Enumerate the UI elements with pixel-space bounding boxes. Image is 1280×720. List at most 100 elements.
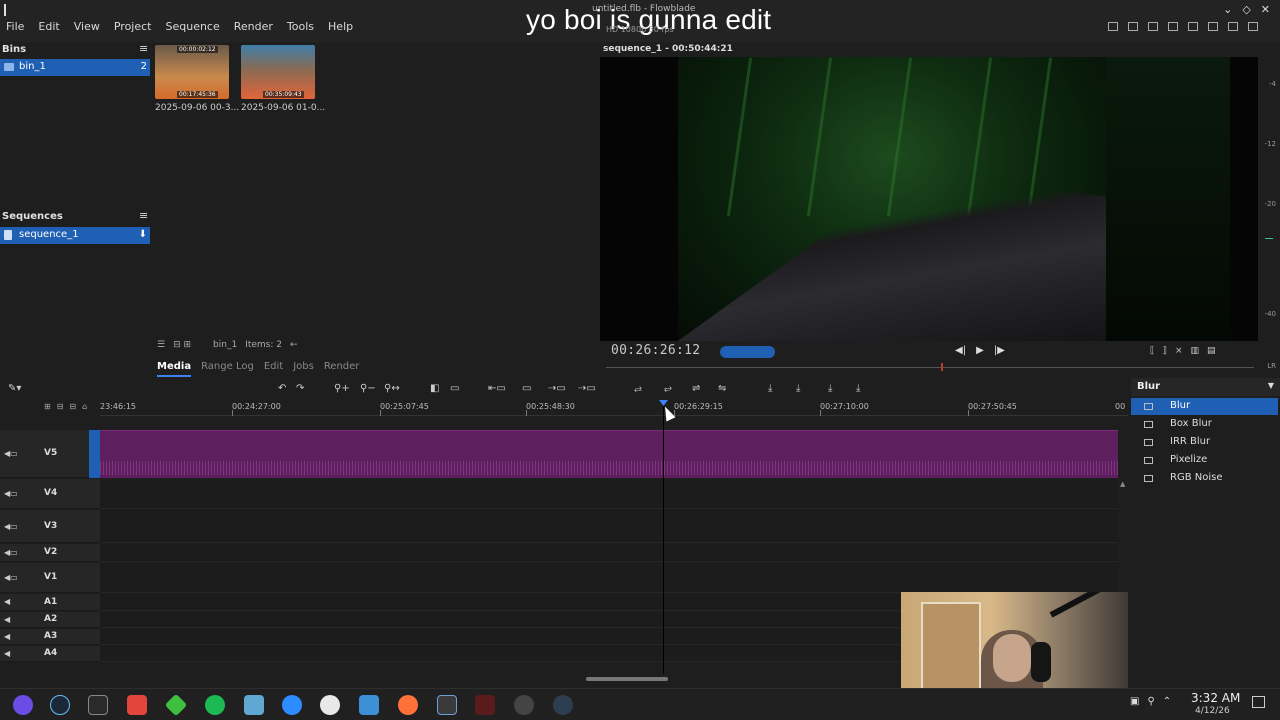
tab-media[interactable]: Media bbox=[157, 361, 192, 377]
play-button[interactable]: ▶ bbox=[976, 345, 984, 356]
filter-group-select[interactable]: Blur ▼ bbox=[1131, 378, 1280, 396]
fullscreen-icon[interactable] bbox=[1228, 22, 1238, 31]
filter-item[interactable]: RGB Noise bbox=[1131, 470, 1278, 487]
menu-help[interactable]: Help bbox=[328, 20, 353, 33]
layout-icon[interactable] bbox=[1208, 22, 1218, 31]
menu-render[interactable]: Render bbox=[234, 20, 273, 33]
speaker-icon[interactable]: ◀ bbox=[4, 597, 10, 606]
flowblade-taskbar-icon[interactable] bbox=[437, 695, 457, 715]
compositor-4-icon[interactable]: ⤓ bbox=[856, 383, 860, 394]
menu-tools[interactable]: Tools bbox=[287, 20, 314, 33]
filter-item[interactable]: Blur bbox=[1131, 398, 1278, 415]
icon-view-icon[interactable]: ⊟ ⊞ bbox=[173, 340, 191, 350]
media-clip-thumbnail[interactable]: 00:35:09:43 bbox=[241, 45, 315, 99]
show-desktop-icon[interactable] bbox=[1252, 696, 1265, 708]
track-header-v5[interactable]: ◀▭ V5 bbox=[0, 430, 100, 478]
layout-icon[interactable] bbox=[1148, 22, 1158, 31]
app-icon[interactable] bbox=[320, 695, 340, 715]
zoom-fit-icon[interactable]: ⚲↔ bbox=[384, 383, 400, 394]
back-icon[interactable]: ← bbox=[290, 340, 298, 350]
clear-marks-icon[interactable]: ⨯ bbox=[1175, 346, 1183, 356]
overwrite-icon[interactable]: ⥂ bbox=[664, 383, 672, 394]
tab-range-log[interactable]: Range Log bbox=[201, 361, 254, 377]
settings-icon[interactable] bbox=[1248, 22, 1258, 31]
monitor-scrubber[interactable] bbox=[606, 367, 1254, 368]
cut-icon[interactable]: ▭ bbox=[522, 383, 531, 394]
spotify-icon[interactable] bbox=[205, 695, 225, 715]
track-height-icon[interactable]: ⊟ bbox=[57, 402, 64, 411]
mute-icon[interactable]: ◀▭ bbox=[4, 522, 18, 531]
split-view-icon[interactable]: ▥ bbox=[1190, 346, 1199, 356]
compositor-icon[interactable]: ⤓ bbox=[768, 383, 772, 394]
split-audio-icon[interactable]: ⇋ bbox=[718, 383, 726, 394]
bin-item[interactable]: bin_1 2 bbox=[0, 59, 150, 76]
undo-icon[interactable]: ↶ bbox=[278, 383, 286, 394]
compositor-2-icon[interactable]: ⤓ bbox=[796, 383, 800, 394]
timecode-display[interactable]: 00:26:26:12 bbox=[611, 343, 700, 358]
timeline-clip[interactable] bbox=[100, 430, 1118, 478]
clock-time[interactable]: 3:32 AM bbox=[1191, 691, 1240, 705]
track-header-a2[interactable]: ◀ A2 bbox=[0, 612, 100, 628]
file-manager-icon[interactable] bbox=[359, 695, 379, 715]
insert-icon[interactable]: ⇢▭ bbox=[578, 383, 596, 394]
filter-item[interactable]: Box Blur bbox=[1131, 416, 1278, 433]
mixer-icon[interactable] bbox=[1108, 22, 1118, 31]
chat-icon[interactable] bbox=[244, 695, 264, 715]
store-icon[interactable] bbox=[127, 695, 147, 715]
edit-mode-icon[interactable]: ✎▾ bbox=[8, 383, 21, 394]
chevron-up-icon[interactable]: ⌃ bbox=[1163, 696, 1171, 707]
menu-view[interactable]: View bbox=[74, 20, 100, 33]
next-frame-button[interactable]: |▶ bbox=[994, 345, 1005, 356]
track-header-v2[interactable]: ◀▭ V2 bbox=[0, 544, 100, 562]
close-button[interactable]: ✕ bbox=[1261, 3, 1270, 16]
filter-item[interactable]: Pixelize bbox=[1131, 452, 1278, 469]
track-header-v1[interactable]: ◀▭ V1 bbox=[0, 563, 100, 593]
media-clip-thumbnail[interactable]: 00:00:02:12 00:17:45:36 bbox=[155, 45, 229, 99]
track-v2[interactable] bbox=[100, 544, 1118, 562]
tab-edit[interactable]: Edit bbox=[264, 361, 283, 377]
speaker-icon[interactable]: ◀ bbox=[4, 615, 10, 624]
menu-file[interactable]: File bbox=[6, 20, 24, 33]
expand-icon[interactable]: ⊟ bbox=[69, 402, 76, 411]
clipboard-icon[interactable]: ▣ bbox=[1130, 696, 1139, 707]
maximize-button[interactable]: ◇ bbox=[1242, 3, 1250, 16]
speaker-icon[interactable]: ◀ bbox=[4, 649, 10, 658]
track-header-a1[interactable]: ◀ A1 bbox=[0, 594, 100, 611]
layout-icon[interactable] bbox=[1128, 22, 1138, 31]
track-v4[interactable] bbox=[100, 479, 1118, 509]
steam-icon[interactable] bbox=[50, 695, 70, 715]
link-icon[interactable]: ▭ bbox=[450, 383, 459, 394]
sequence-item[interactable]: sequence_1 ⬇ bbox=[0, 227, 150, 244]
compositor-3-icon[interactable]: ⤓ bbox=[828, 383, 832, 394]
playhead-line[interactable] bbox=[663, 404, 664, 674]
mark-in-icon[interactable]: ⟦ bbox=[1150, 346, 1154, 356]
redo-icon[interactable]: ↷ bbox=[296, 383, 304, 394]
mute-icon[interactable]: ◀▭ bbox=[4, 449, 18, 458]
layout-icon[interactable] bbox=[1188, 22, 1198, 31]
track-header-v3[interactable]: ◀▭ V3 bbox=[0, 510, 100, 543]
terminal-icon[interactable] bbox=[88, 695, 108, 715]
layout-icon[interactable] bbox=[1168, 22, 1178, 31]
firefox-icon[interactable] bbox=[398, 695, 418, 715]
track-v1[interactable] bbox=[100, 563, 1118, 593]
mute-icon[interactable]: ◀▭ bbox=[4, 489, 18, 498]
append-icon[interactable]: ⥄ bbox=[634, 383, 642, 394]
filter-item[interactable]: IRR Blur bbox=[1131, 434, 1278, 451]
settings-icon[interactable] bbox=[514, 695, 534, 715]
lift-icon[interactable]: ⇢▭ bbox=[548, 383, 566, 394]
bins-menu-icon[interactable]: ≡ bbox=[139, 42, 148, 55]
minimize-button[interactable]: ⌄ bbox=[1223, 3, 1232, 16]
speaker-icon[interactable]: ◀ bbox=[4, 632, 10, 641]
clock-date[interactable]: 4/12/26 bbox=[1195, 706, 1230, 716]
track-header-a3[interactable]: ◀ A3 bbox=[0, 629, 100, 645]
monitor-view-toggle[interactable] bbox=[720, 346, 775, 358]
network-icon[interactable]: ⚲ bbox=[1147, 696, 1154, 707]
splice-out-icon[interactable]: ⇤▭ bbox=[488, 383, 506, 394]
obs-icon[interactable] bbox=[475, 695, 495, 715]
track-v3[interactable] bbox=[100, 510, 1118, 543]
scrubber-position-mark[interactable] bbox=[941, 363, 943, 371]
mute-icon[interactable]: ◀▭ bbox=[4, 573, 18, 582]
timeline-ruler[interactable]: 23:46:15 00:24:27:00 00:25:07:45 00:25:4… bbox=[100, 400, 1128, 416]
zoom-out-icon[interactable]: ⚲− bbox=[360, 383, 376, 394]
zoom-in-icon[interactable]: ⚲+ bbox=[334, 383, 350, 394]
